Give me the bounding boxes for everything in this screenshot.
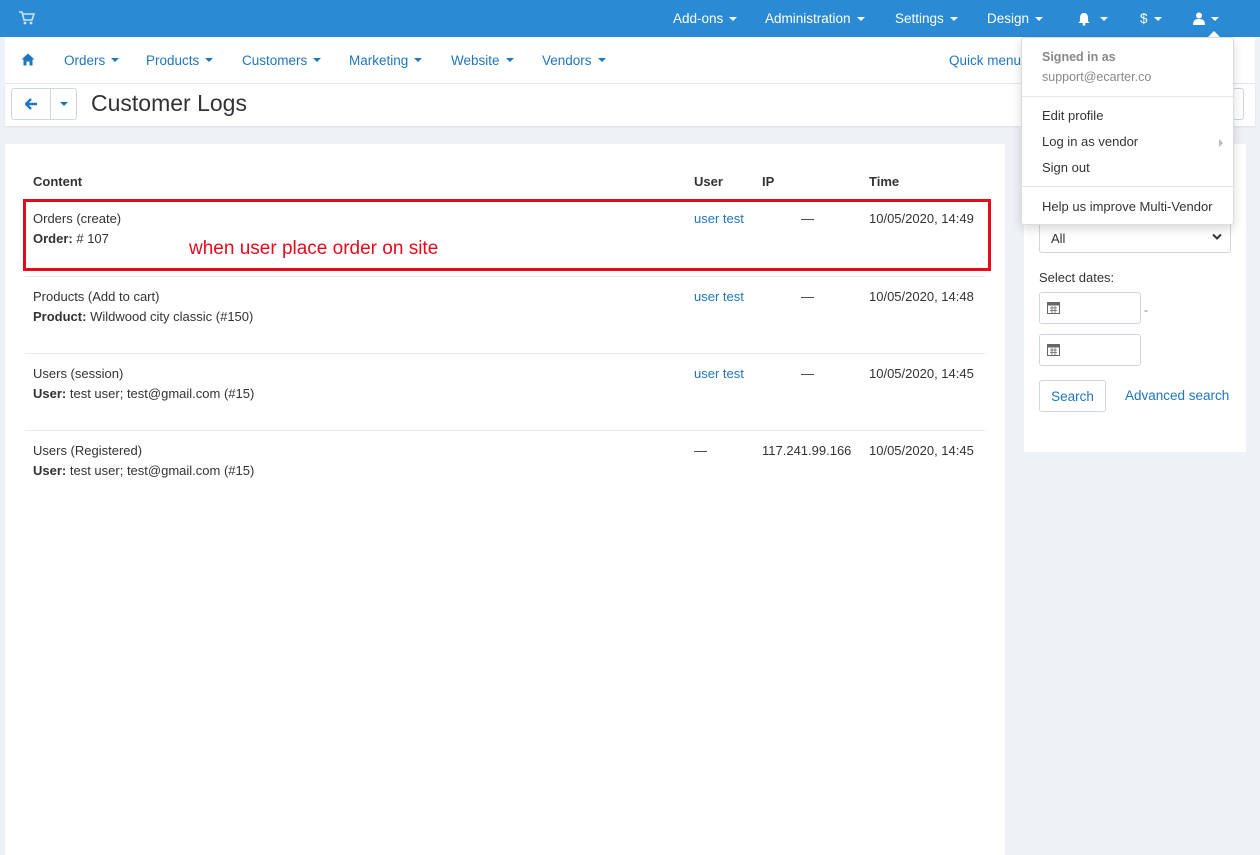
row-detail: User: test user; test@gmail.com (#15) [33, 463, 254, 478]
row-time: 10/05/2020, 14:48 [869, 289, 974, 304]
select-dates-label: Select dates: [1039, 270, 1115, 285]
nav-products-label: Products [146, 52, 200, 68]
chevron-down-icon [59, 102, 68, 106]
chevron-down-icon [729, 16, 738, 21]
filter-select-value: All [1051, 231, 1066, 246]
row-ip: 117.241.99.166 [762, 443, 852, 458]
topmenu-addons-label: Add-ons [673, 11, 724, 26]
date-to-input[interactable] [1039, 334, 1141, 366]
chevron-down-icon [414, 58, 423, 62]
nav-vendors-label: Vendors [542, 52, 592, 68]
dropdown-divider [1022, 96, 1233, 97]
currency-menu[interactable]: $ [1140, 0, 1162, 37]
column-header-user: User [694, 174, 723, 189]
calendar-icon [1047, 344, 1060, 356]
nav-customers-label: Customers [242, 52, 308, 68]
row-user: — [694, 443, 707, 458]
home-icon[interactable] [21, 53, 35, 66]
row-detail-label: Product: [33, 309, 87, 324]
page-title: Customer Logs [91, 90, 247, 116]
arrow-left-icon [24, 98, 37, 110]
annotation-text: when user place order on site [189, 238, 439, 259]
filter-select[interactable]: All [1039, 222, 1231, 253]
row-user-link[interactable]: user test [694, 366, 744, 381]
topmenu-settings[interactable]: Settings [895, 0, 958, 37]
row-content: Users (session) [33, 366, 124, 381]
table-row: Users (Registered) User: test user; test… [25, 430, 985, 507]
top-bar: Add-ons Administration Settings Design $ [0, 0, 1260, 37]
currency-label: $ [1140, 11, 1148, 26]
column-header-time: Time [869, 174, 900, 189]
table-row: Products (Add to cart) Product: Wildwood… [25, 276, 985, 353]
nav-orders[interactable]: Orders [64, 37, 120, 83]
log-in-as-vendor-item[interactable]: Log in as vendor [1042, 134, 1138, 149]
topmenu-settings-label: Settings [895, 11, 944, 26]
row-detail: User: test user; test@gmail.com (#15) [33, 386, 254, 401]
row-time: 10/05/2020, 14:45 [869, 366, 974, 381]
chevron-down-icon [597, 58, 606, 62]
chevron-down-icon [111, 58, 120, 62]
topmenu-administration-label: Administration [765, 11, 851, 26]
chevron-down-icon [856, 16, 865, 21]
row-content: Users (Registered) [33, 443, 143, 458]
bell-icon [1078, 12, 1090, 26]
chevron-right-icon [1219, 139, 1223, 147]
notifications-menu[interactable] [1077, 0, 1108, 37]
row-ip: — [801, 289, 814, 304]
nav-products[interactable]: Products [146, 37, 214, 83]
topmenu-design-label: Design [987, 11, 1030, 26]
row-detail-label: User: [33, 463, 67, 478]
highlight-box [23, 199, 991, 271]
topmenu-design[interactable]: Design [987, 0, 1044, 37]
back-dropdown-button[interactable] [50, 88, 77, 120]
user-icon [1193, 12, 1205, 25]
chevron-down-icon [205, 58, 214, 62]
topmenu-addons[interactable]: Add-ons [673, 0, 738, 37]
chevron-down-icon [1212, 233, 1222, 240]
row-detail: Product: Wildwood city classic (#150) [33, 309, 253, 324]
row-time: 10/05/2020, 14:45 [869, 443, 974, 458]
row-ip: — [801, 366, 814, 381]
row-content: Products (Add to cart) [33, 289, 160, 304]
logs-panel: Content User IP Time Orders (create) Ord… [5, 144, 1005, 855]
search-button[interactable]: Search [1039, 380, 1106, 412]
row-detail-value: test user; test@gmail.com (#15) [66, 386, 255, 401]
signed-in-label: Signed in as [1042, 50, 1116, 64]
signed-in-email: support@ecarter.co [1042, 70, 1152, 84]
chevron-down-icon [313, 58, 322, 62]
edit-profile-item[interactable]: Edit profile [1042, 108, 1103, 123]
nav-orders-label: Orders [64, 52, 106, 68]
row-detail-value: test user; test@gmail.com (#15) [66, 463, 255, 478]
column-header-ip: IP [762, 174, 775, 189]
nav-vendors[interactable]: Vendors [542, 37, 606, 83]
chevron-down-icon [505, 58, 514, 62]
row-user-link[interactable]: user test [694, 289, 744, 304]
help-improve-item[interactable]: Help us improve Multi-Vendor [1042, 199, 1213, 214]
quick-menu[interactable]: Quick menu [949, 37, 1021, 83]
chevron-down-icon [1100, 16, 1108, 21]
calendar-icon [1047, 302, 1060, 314]
user-dropdown-menu: Signed in as support@ecarter.co Edit pro… [1021, 37, 1234, 225]
date-from-input[interactable] [1039, 292, 1141, 324]
nav-website[interactable]: Website [451, 37, 514, 83]
topmenu-administration[interactable]: Administration [765, 0, 865, 37]
nav-marketing-label: Marketing [349, 52, 409, 68]
row-detail-value: Wildwood city classic (#150) [86, 309, 254, 324]
chevron-down-icon [949, 16, 958, 21]
date-separator: - [1144, 303, 1148, 317]
back-button[interactable] [11, 88, 51, 120]
nav-customers[interactable]: Customers [242, 37, 322, 83]
sign-out-item[interactable]: Sign out [1042, 160, 1090, 175]
nav-website-label: Website [451, 52, 500, 68]
chevron-down-icon [1153, 16, 1162, 21]
table-row: Users (session) User: test user; test@gm… [25, 353, 985, 430]
dropdown-divider [1022, 186, 1233, 187]
advanced-search-link[interactable]: Advanced search [1125, 388, 1229, 403]
chevron-down-icon [1035, 16, 1044, 21]
shopping-cart-icon[interactable] [19, 11, 35, 25]
row-detail-label: User: [33, 386, 67, 401]
chevron-down-icon [1211, 16, 1219, 21]
nav-marketing[interactable]: Marketing [349, 37, 423, 83]
column-header-content: Content [33, 174, 83, 189]
